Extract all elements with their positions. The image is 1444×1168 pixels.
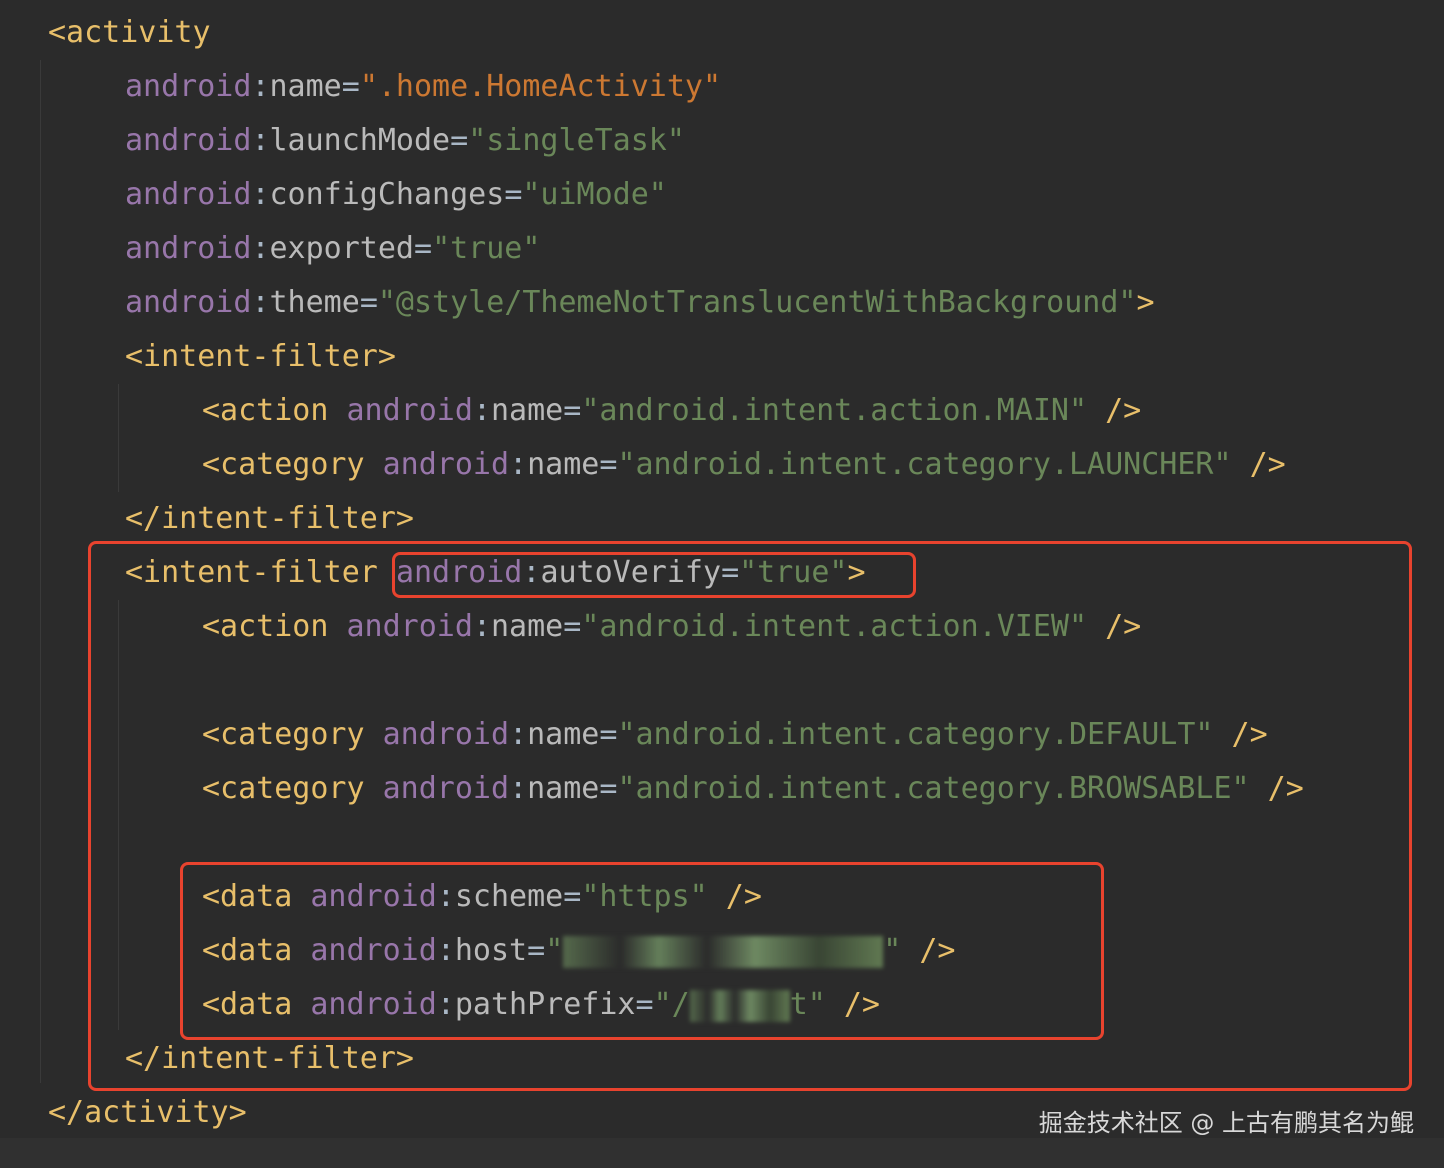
code-line: android:exported="true" bbox=[125, 231, 541, 266]
code-editor[interactable]: <activity android:name=".home.HomeActivi… bbox=[0, 0, 1444, 1138]
code-line: </activity> bbox=[48, 1095, 247, 1130]
highlight-autoverify-box bbox=[392, 552, 916, 598]
code-line: <activity bbox=[48, 15, 211, 50]
code-line: android:configChanges="uiMode" bbox=[125, 177, 667, 212]
bottom-bar bbox=[0, 1138, 1444, 1168]
code-line: </intent-filter> bbox=[125, 501, 414, 536]
code-line: android:launchMode="singleTask" bbox=[125, 123, 685, 158]
code-line: android:name=".home.HomeActivity" bbox=[125, 69, 722, 104]
indent-guide bbox=[118, 384, 119, 492]
code-line: <action android:name="android.intent.act… bbox=[202, 393, 1142, 428]
watermark: 掘金技术社区 @ 上古有鹏其名为鲲 bbox=[1038, 1109, 1414, 1137]
highlight-data-box bbox=[180, 862, 1104, 1040]
indent-guide bbox=[40, 60, 41, 1083]
code-line: <category android:name="android.intent.c… bbox=[202, 447, 1286, 482]
code-line: android:theme="@style/ThemeNotTranslucen… bbox=[125, 285, 1155, 320]
code-line: <intent-filter> bbox=[125, 339, 396, 374]
